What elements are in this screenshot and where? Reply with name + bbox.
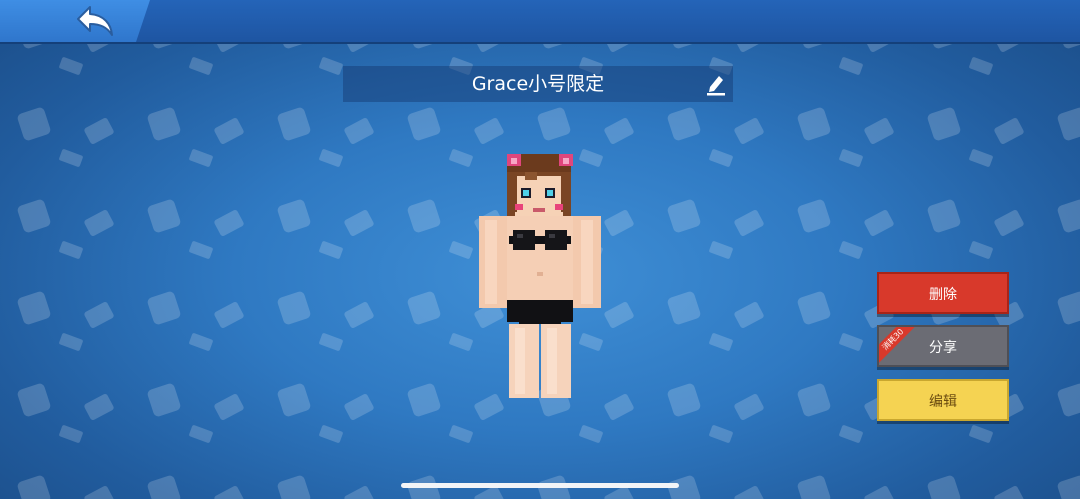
- skin-name-bar: Grace小号限定: [343, 66, 733, 102]
- share-label: 分享: [929, 340, 957, 356]
- home-indicator[interactable]: [401, 483, 679, 488]
- skin-preview: [479, 154, 601, 398]
- edit-button[interactable]: 编辑: [877, 379, 1009, 421]
- back-button[interactable]: [0, 0, 150, 42]
- skin-name: Grace小号限定: [471, 73, 605, 95]
- back-arrow-icon: [77, 6, 113, 36]
- delete-button[interactable]: 删除: [877, 272, 1009, 314]
- share-button[interactable]: 消耗30 分享: [877, 325, 1009, 367]
- top-bar: [0, 0, 1080, 44]
- pencil-icon[interactable]: [705, 72, 727, 96]
- share-cost-ribbon: 消耗30: [879, 327, 921, 365]
